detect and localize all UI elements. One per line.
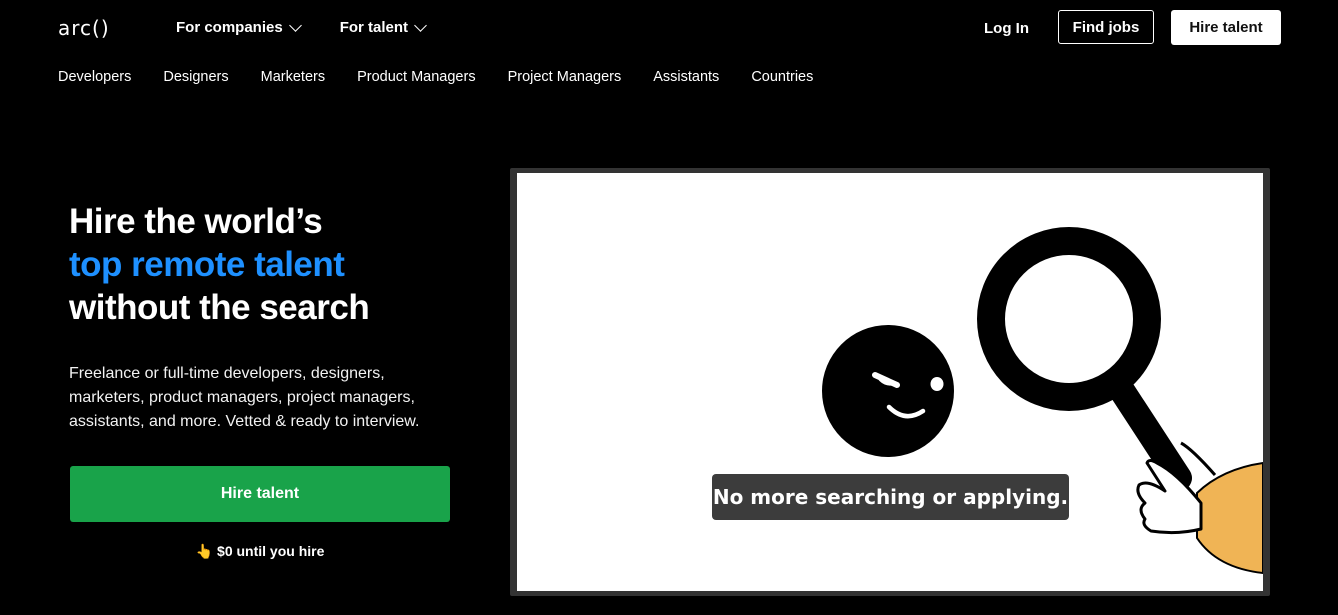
chevron-down-icon (414, 18, 427, 32)
category-navigation: Developers Designers Marketers Product M… (58, 69, 813, 85)
hero-title: Hire the world’s top remote talent witho… (69, 200, 489, 329)
for-companies-menu[interactable]: For companies (176, 18, 302, 36)
arc-logo[interactable]: arc() (58, 16, 110, 40)
hero-description: Freelance or full-time developers, desig… (69, 365, 420, 430)
subnav-item-assistants[interactable]: Assistants (653, 69, 719, 85)
video-caption: No more searching or applying. (712, 474, 1069, 520)
hire-talent-header-button[interactable]: Hire talent (1171, 10, 1281, 45)
subnav-item-countries[interactable]: Countries (751, 69, 813, 85)
video-illustration (822, 227, 1263, 575)
hire-talent-cta-button[interactable]: Hire talent (70, 466, 450, 522)
top-navigation: For companies For talent (176, 18, 427, 36)
hero-video[interactable] (517, 173, 1263, 591)
winking-face-icon (822, 325, 954, 457)
for-talent-menu[interactable]: For talent (339, 18, 427, 36)
pointing-hand-icon: 👆 (195, 543, 214, 559)
magnifying-glass-icon (977, 227, 1192, 491)
subnav-item-designers[interactable]: Designers (163, 69, 228, 85)
subnav-item-developers[interactable]: Developers (58, 69, 131, 85)
subnav-item-project-managers[interactable]: Project Managers (508, 69, 622, 85)
pricing-note-text: $0 until you hire (217, 543, 325, 559)
find-jobs-button[interactable]: Find jobs (1058, 10, 1154, 44)
for-talent-label: For talent (339, 19, 409, 36)
hero-title-accent: top remote talent (69, 245, 345, 284)
for-companies-label: For companies (176, 19, 283, 36)
subnav-item-marketers[interactable]: Marketers (261, 69, 325, 85)
login-link[interactable]: Log In (984, 20, 1029, 37)
pricing-note: 👆 $0 until you hire (0, 543, 520, 560)
hand-holding-icon (1136, 441, 1263, 575)
subnav-item-product-managers[interactable]: Product Managers (357, 69, 475, 85)
chevron-down-icon (288, 18, 302, 32)
hero-title-line3: without the search (69, 288, 370, 327)
hero-title-line1: Hire the world’s (69, 202, 323, 241)
